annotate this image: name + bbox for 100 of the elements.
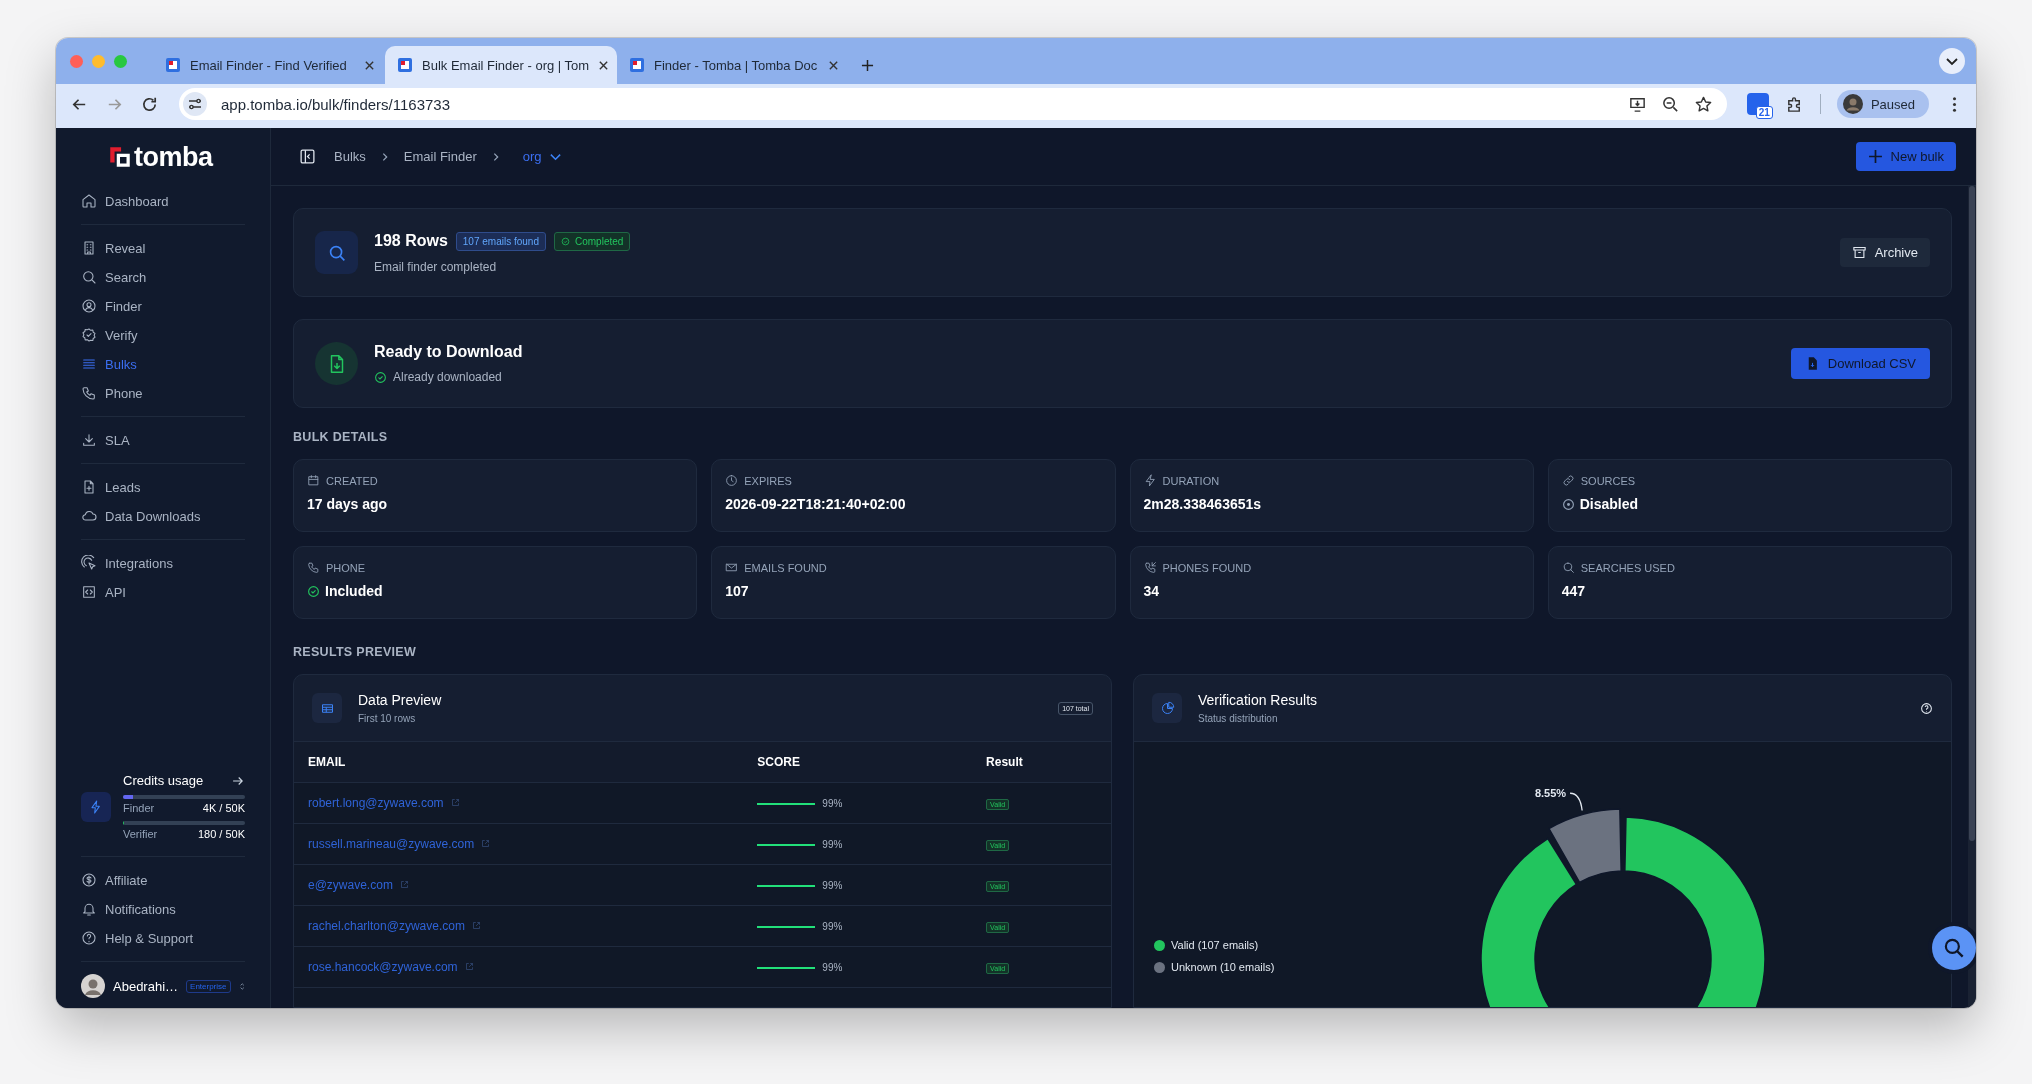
detail-value: 34 [1143,583,1160,599]
new-tab-icon[interactable] [861,59,874,72]
data-label: 8.55% [1534,787,1567,800]
breadcrumb-link[interactable]: Bulks [334,149,366,164]
help-icon[interactable] [1920,701,1933,715]
archive-button[interactable]: Archive [1839,238,1930,267]
nav-item[interactable]: Bulks [81,352,245,376]
detail-label: PHONES FOUND [1162,561,1252,574]
nav-icon [81,901,97,917]
score-text: 99% [822,798,843,810]
score-text: 99% [822,962,843,974]
file-download-icon [315,342,358,385]
tab-title: Bulk Email Finder - org | Tom [422,57,590,73]
nav-icon [81,432,97,448]
nav-item[interactable]: Phone [81,381,245,405]
nav-icon [81,555,97,571]
detail-label: SOURCES [1580,474,1636,487]
nav-icon [81,930,97,946]
tab-title: Email Finder - Find Verified [190,57,348,73]
detail-value: 107 [725,583,749,599]
nav-icon [81,872,97,888]
status-badge: 107 emails found [455,231,546,251]
legend-label: Unknown (10 emails) [1171,961,1275,973]
tab-search-icon[interactable] [1938,47,1966,75]
profile-button[interactable]: Paused [1836,90,1929,118]
legend-label: Valid (107 emails) [1171,939,1259,951]
column-header: Result [972,742,1111,783]
nav-item[interactable]: Verify [81,323,245,347]
score-text: 99% [822,839,843,851]
detail-value: 2026-09-22T18:21:40+02:00 [725,496,906,512]
nav-item[interactable]: Dashboard [81,189,245,213]
close-icon[interactable] [598,59,610,71]
summary-subtitle: Email finder completed [374,259,498,274]
score-text: 99% [822,880,843,892]
bookmark-star-icon[interactable] [1693,94,1713,114]
status-badge: Completed [554,231,631,251]
detail-icon [1143,561,1157,574]
nav-item[interactable]: Notifications [81,897,245,921]
avatar-icon [81,974,105,998]
breadcrumb-dropdown[interactable]: org [522,149,562,164]
detail-value: 17 days ago [307,496,388,512]
nav-item[interactable]: Reveal [81,236,245,260]
column-header: SCORE [743,742,973,783]
user-name: Abedrahi… [113,978,179,994]
browser-tab[interactable]: Finder - Tomba | Tomba Doc [617,46,849,84]
breadcrumb-link[interactable]: Email Finder [403,149,477,164]
meter-label: Finder [123,802,155,814]
site-settings-icon[interactable] [183,92,207,116]
address-bar[interactable]: app.tomba.io/bulk/finders/1163733 [179,88,1727,120]
url-text: app.tomba.io/bulk/finders/1163733 [221,95,451,113]
detail-label: SEARCHES USED [1580,561,1675,574]
table-icon [312,693,342,723]
nav-item[interactable]: API [81,580,245,604]
close-icon[interactable] [828,59,839,71]
detail-icon [725,474,739,487]
detail-icon [1561,474,1575,487]
nav-item[interactable]: Search [81,265,245,289]
sidebar-toggle-icon[interactable] [299,148,316,165]
lightning-icon [81,791,111,822]
download-status: Already downloaded [393,370,502,384]
detail-value: 447 [1561,583,1586,599]
browser-tab[interactable]: Bulk Email Finder - org | Tom [385,46,617,84]
search-icon [315,231,358,274]
download-title: Ready to Download [374,343,523,361]
nav-item[interactable]: Integrations [81,551,245,575]
meter-reading: 4K / 50K [202,802,245,814]
column-header: EMAIL [294,742,744,783]
detail-value: 2m28.338463651s [1143,496,1262,512]
nav-icon [81,269,97,285]
detail-icon [725,561,739,574]
scrollbar-thumb[interactable] [1969,186,1975,841]
credits-title: Credits usage [123,773,204,788]
meter-reading: 180 / 50K [197,828,245,840]
zoom-icon[interactable] [1660,94,1680,114]
nav-item[interactable]: SLA [81,428,245,452]
nav-icon [81,479,97,495]
meter-label: Verifier [123,828,158,840]
nav-item[interactable]: Data Downloads [81,504,245,528]
nav-icon [81,193,97,209]
check-circle-icon [374,370,387,384]
score-text: 99% [822,921,843,933]
nav-icon [81,385,97,401]
close-icon[interactable] [364,59,375,71]
favicon-icon [397,57,413,73]
detail-label: EXPIRES [744,474,792,487]
nav-item[interactable]: Leads [81,475,245,499]
section-heading: BULK DETAILS [293,430,389,444]
nav-icon [81,356,97,372]
nav-item[interactable]: Affiliate [81,868,245,892]
section-heading: RESULTS PREVIEW [293,645,418,659]
detail-label: PHONE [326,561,366,574]
nav-item[interactable]: Help & Support [81,926,245,950]
detail-label: EMAILS FOUND [744,561,827,574]
nav-item[interactable]: Finder [81,294,245,318]
search-button[interactable] [1932,926,1976,970]
tab-title: Finder - Tomba | Tomba Doc [654,57,819,73]
detail-icon [307,561,320,574]
panel-title: Verification Results [1198,692,1318,708]
panel-subtitle: First 10 rows [358,713,417,724]
browser-tab[interactable]: Email Finder - Find Verified [153,46,385,84]
